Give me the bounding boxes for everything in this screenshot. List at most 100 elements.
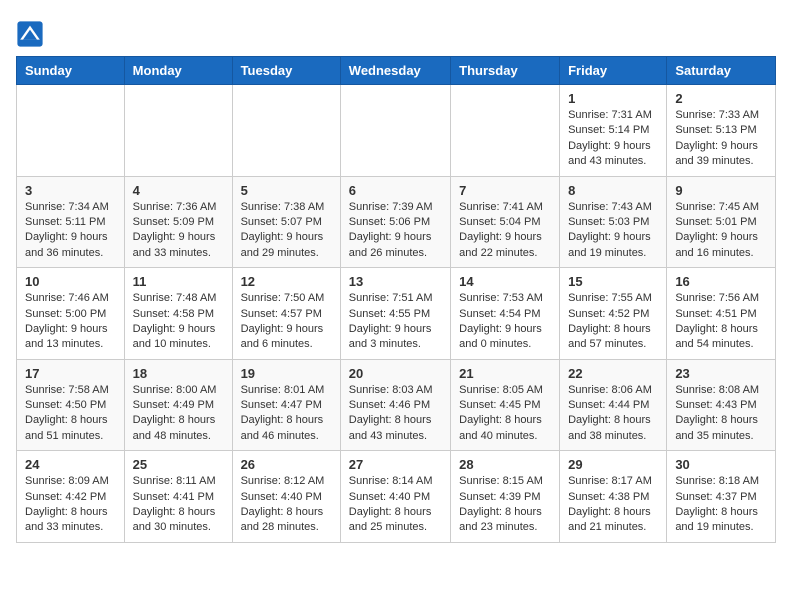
- week-row-1: 1Sunrise: 7:31 AM Sunset: 5:14 PM Daylig…: [17, 85, 776, 177]
- day-info: Sunrise: 7:55 AM Sunset: 4:52 PM Dayligh…: [568, 291, 658, 353]
- day-cell: 21 Sunrise: 8:05 AM Sunset: 4:45 PM Dayli…: [451, 359, 560, 451]
- day-number: 15: [568, 274, 658, 289]
- day-cell: 13 Sunrise: 7:51 AM Sunset: 4:55 PM Dayli…: [340, 268, 450, 360]
- day-cell: 29Sunrise: 8:17 AM Sunset: 4:38 PM Dayli…: [560, 451, 667, 543]
- day-info: Sunrise: 7:50 AM Sunset: 4:57 PM Dayligh…: [241, 291, 332, 353]
- day-number: 8: [568, 183, 658, 198]
- day-cell: [124, 85, 232, 177]
- day-number: 16: [675, 274, 767, 289]
- day-number: 23: [675, 366, 767, 381]
- day-number: 28: [459, 457, 551, 472]
- day-cell: 12 Sunrise: 7:50 AM Sunset: 4:57 PM Dayli…: [232, 268, 340, 360]
- day-info: Sunrise: 8:06 AM Sunset: 4:44 PM Dayligh…: [568, 383, 658, 445]
- day-cell: 17 Sunrise: 7:58 AM Sunset: 4:50 PM Dayli…: [17, 359, 125, 451]
- day-number: 17: [25, 366, 116, 381]
- day-info: Sunrise: 7:31 AM Sunset: 5:14 PM Dayligh…: [568, 108, 658, 170]
- day-cell: 9Sunrise: 7:45 AM Sunset: 5:01 PM Daylig…: [667, 176, 776, 268]
- column-header-thursday: Thursday: [451, 57, 560, 85]
- day-number: 2: [675, 91, 767, 106]
- day-number: 18: [133, 366, 224, 381]
- day-info: Sunrise: 7:33 AM Sunset: 5:13 PM Dayligh…: [675, 108, 767, 170]
- day-info: Sunrise: 8:17 AM Sunset: 4:38 PM Dayligh…: [568, 474, 658, 536]
- day-number: 22: [568, 366, 658, 381]
- calendar-table: SundayMondayTuesdayWednesdayThursdayFrid…: [16, 56, 776, 543]
- day-info: Sunrise: 7:48 AM Sunset: 4:58 PM Dayligh…: [133, 291, 224, 353]
- day-cell: 30 Sunrise: 8:18 AM Sunset: 4:37 PM Dayli…: [667, 451, 776, 543]
- day-cell: 23Sunrise: 8:08 AM Sunset: 4:43 PM Dayli…: [667, 359, 776, 451]
- day-cell: [340, 85, 450, 177]
- day-info: Sunrise: 8:03 AM Sunset: 4:46 PM Dayligh…: [349, 383, 442, 445]
- column-header-friday: Friday: [560, 57, 667, 85]
- day-cell: 22 Sunrise: 8:06 AM Sunset: 4:44 PM Dayli…: [560, 359, 667, 451]
- week-row-2: 3 Sunrise: 7:34 AM Sunset: 5:11 PM Daylig…: [17, 176, 776, 268]
- day-cell: 3 Sunrise: 7:34 AM Sunset: 5:11 PM Daylig…: [17, 176, 125, 268]
- day-cell: 20 Sunrise: 8:03 AM Sunset: 4:46 PM Dayli…: [340, 359, 450, 451]
- day-number: 20: [349, 366, 442, 381]
- day-info: Sunrise: 7:53 AM Sunset: 4:54 PM Dayligh…: [459, 291, 551, 353]
- day-number: 11: [133, 274, 224, 289]
- day-number: 3: [25, 183, 116, 198]
- day-info: Sunrise: 8:00 AM Sunset: 4:49 PM Dayligh…: [133, 383, 224, 445]
- day-number: 14: [459, 274, 551, 289]
- day-number: 21: [459, 366, 551, 381]
- day-cell: 28Sunrise: 8:15 AM Sunset: 4:39 PM Dayli…: [451, 451, 560, 543]
- day-cell: 7Sunrise: 7:41 AM Sunset: 5:04 PM Daylig…: [451, 176, 560, 268]
- day-cell: 16 Sunrise: 7:56 AM Sunset: 4:51 PM Dayli…: [667, 268, 776, 360]
- day-number: 24: [25, 457, 116, 472]
- day-info: Sunrise: 7:41 AM Sunset: 5:04 PM Dayligh…: [459, 200, 551, 262]
- day-number: 5: [241, 183, 332, 198]
- week-row-5: 24Sunrise: 8:09 AM Sunset: 4:42 PM Dayli…: [17, 451, 776, 543]
- week-row-3: 10 Sunrise: 7:46 AM Sunset: 5:00 PM Dayli…: [17, 268, 776, 360]
- day-cell: 15 Sunrise: 7:55 AM Sunset: 4:52 PM Dayli…: [560, 268, 667, 360]
- day-cell: 27 Sunrise: 8:14 AM Sunset: 4:40 PM Dayli…: [340, 451, 450, 543]
- day-cell: 18 Sunrise: 8:00 AM Sunset: 4:49 PM Dayli…: [124, 359, 232, 451]
- day-number: 26: [241, 457, 332, 472]
- week-row-4: 17 Sunrise: 7:58 AM Sunset: 4:50 PM Dayli…: [17, 359, 776, 451]
- day-number: 9: [675, 183, 767, 198]
- day-info: Sunrise: 7:46 AM Sunset: 5:00 PM Dayligh…: [25, 291, 116, 353]
- page-header: [16, 16, 776, 48]
- day-info: Sunrise: 7:56 AM Sunset: 4:51 PM Dayligh…: [675, 291, 767, 353]
- day-number: 27: [349, 457, 442, 472]
- logo-icon: [16, 20, 44, 48]
- day-number: 19: [241, 366, 332, 381]
- day-cell: 10 Sunrise: 7:46 AM Sunset: 5:00 PM Dayli…: [17, 268, 125, 360]
- day-info: Sunrise: 7:51 AM Sunset: 4:55 PM Dayligh…: [349, 291, 442, 353]
- day-info: Sunrise: 7:58 AM Sunset: 4:50 PM Dayligh…: [25, 383, 116, 445]
- day-cell: 24Sunrise: 8:09 AM Sunset: 4:42 PM Dayli…: [17, 451, 125, 543]
- day-number: 25: [133, 457, 224, 472]
- day-info: Sunrise: 8:11 AM Sunset: 4:41 PM Dayligh…: [133, 474, 224, 536]
- header-row: SundayMondayTuesdayWednesdayThursdayFrid…: [17, 57, 776, 85]
- day-info: Sunrise: 8:01 AM Sunset: 4:47 PM Dayligh…: [241, 383, 332, 445]
- day-cell: 5 Sunrise: 7:38 AM Sunset: 5:07 PM Daylig…: [232, 176, 340, 268]
- day-info: Sunrise: 7:43 AM Sunset: 5:03 PM Dayligh…: [568, 200, 658, 262]
- day-number: 6: [349, 183, 442, 198]
- column-header-saturday: Saturday: [667, 57, 776, 85]
- day-info: Sunrise: 7:38 AM Sunset: 5:07 PM Dayligh…: [241, 200, 332, 262]
- day-info: Sunrise: 8:18 AM Sunset: 4:37 PM Dayligh…: [675, 474, 767, 536]
- column-header-wednesday: Wednesday: [340, 57, 450, 85]
- day-cell: 2 Sunrise: 7:33 AM Sunset: 5:13 PM Daylig…: [667, 85, 776, 177]
- day-cell: 26 Sunrise: 8:12 AM Sunset: 4:40 PM Dayli…: [232, 451, 340, 543]
- day-cell: [232, 85, 340, 177]
- day-cell: 1Sunrise: 7:31 AM Sunset: 5:14 PM Daylig…: [560, 85, 667, 177]
- day-number: 30: [675, 457, 767, 472]
- day-cell: 6Sunrise: 7:39 AM Sunset: 5:06 PM Daylig…: [340, 176, 450, 268]
- day-info: Sunrise: 7:34 AM Sunset: 5:11 PM Dayligh…: [25, 200, 116, 262]
- day-number: 13: [349, 274, 442, 289]
- day-cell: 25 Sunrise: 8:11 AM Sunset: 4:41 PM Dayli…: [124, 451, 232, 543]
- column-header-tuesday: Tuesday: [232, 57, 340, 85]
- day-info: Sunrise: 8:14 AM Sunset: 4:40 PM Dayligh…: [349, 474, 442, 536]
- day-info: Sunrise: 8:12 AM Sunset: 4:40 PM Dayligh…: [241, 474, 332, 536]
- day-cell: 11 Sunrise: 7:48 AM Sunset: 4:58 PM Dayli…: [124, 268, 232, 360]
- day-cell: 4Sunrise: 7:36 AM Sunset: 5:09 PM Daylig…: [124, 176, 232, 268]
- day-info: Sunrise: 7:36 AM Sunset: 5:09 PM Dayligh…: [133, 200, 224, 262]
- column-header-monday: Monday: [124, 57, 232, 85]
- day-cell: [17, 85, 125, 177]
- day-cell: 19 Sunrise: 8:01 AM Sunset: 4:47 PM Dayli…: [232, 359, 340, 451]
- day-number: 10: [25, 274, 116, 289]
- logo: [16, 20, 48, 48]
- day-number: 12: [241, 274, 332, 289]
- day-info: Sunrise: 8:05 AM Sunset: 4:45 PM Dayligh…: [459, 383, 551, 445]
- day-cell: 14 Sunrise: 7:53 AM Sunset: 4:54 PM Dayli…: [451, 268, 560, 360]
